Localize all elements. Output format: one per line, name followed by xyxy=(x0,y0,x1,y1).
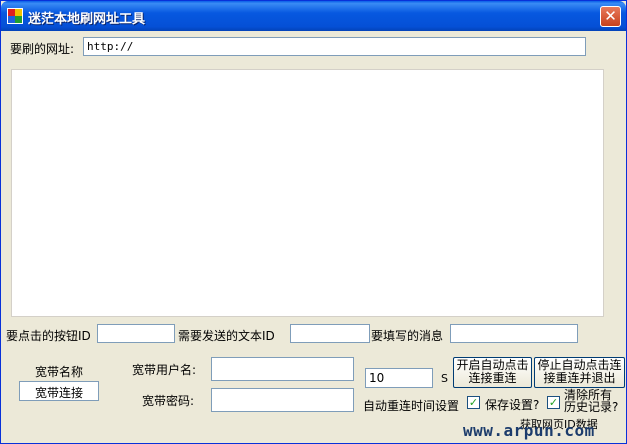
broadband-name-label: 宽带名称 xyxy=(35,365,84,379)
clear-history-checkbox[interactable]: ✓ xyxy=(547,396,560,409)
button-id-label: 要点击的按钮ID xyxy=(6,329,91,343)
start-auto-click-button[interactable]: 开启自动点击 连接重连 xyxy=(453,357,532,388)
watermark: www.arpun.com xyxy=(463,421,595,440)
title-bar[interactable]: 迷茫本地刷网址工具 ✕ xyxy=(1,1,626,31)
text-id-label: 需要发送的文本ID xyxy=(178,329,275,343)
clear-history-line2: 历史记录? xyxy=(564,400,619,414)
window-title: 迷茫本地刷网址工具 xyxy=(28,12,146,27)
message-input[interactable] xyxy=(450,324,578,343)
save-settings-label: 保存设置? xyxy=(485,398,540,412)
broadband-password-label: 宽带密码: xyxy=(142,394,195,408)
save-settings-checkbox[interactable]: ✓ xyxy=(467,396,480,409)
broadband-username-input[interactable] xyxy=(211,357,354,381)
check-icon: ✓ xyxy=(548,396,559,409)
text-id-input[interactable] xyxy=(290,324,370,343)
close-icon: ✕ xyxy=(604,7,617,25)
url-input[interactable]: http:// xyxy=(83,37,586,56)
message-label: 要填写的消息 xyxy=(371,329,444,343)
button-id-input[interactable] xyxy=(97,324,175,343)
broadband-password-input[interactable] xyxy=(211,388,354,412)
close-button[interactable]: ✕ xyxy=(600,6,621,27)
reconnect-interval-label: 自动重连时间设置 xyxy=(363,399,460,413)
clear-history-label: 清除所有 历史记录? xyxy=(564,389,618,413)
web-browser-panel[interactable] xyxy=(11,69,604,317)
check-icon: ✓ xyxy=(468,396,479,409)
start-button-line2: 连接重连 xyxy=(468,371,517,385)
stop-button-line2: 接重连并退出 xyxy=(543,371,616,385)
main-window: 迷茫本地刷网址工具 ✕ 要刷的网址: http:// 要点击的按钮ID 需要发送… xyxy=(0,0,627,444)
broadband-username-label: 宽带用户名: xyxy=(132,363,197,377)
reconnect-interval-input[interactable]: 10 xyxy=(365,368,433,388)
app-icon xyxy=(7,8,23,24)
url-label: 要刷的网址: xyxy=(10,42,75,56)
broadband-name-input[interactable]: 宽带连接 xyxy=(19,381,99,401)
stop-auto-click-button[interactable]: 停止自动点击连 接重连并退出 xyxy=(534,357,625,388)
interval-unit-label: S xyxy=(441,372,448,385)
